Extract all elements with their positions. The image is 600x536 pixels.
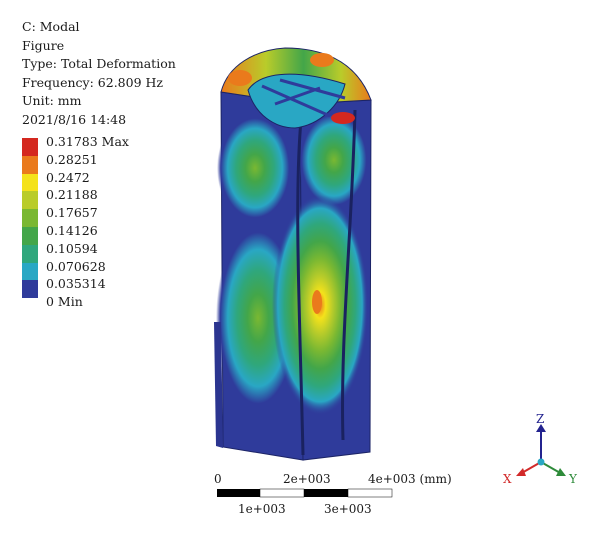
- scale-bar-segment: [304, 489, 348, 497]
- scale-label-0: 0: [214, 472, 222, 486]
- deformation-model: [214, 47, 566, 498]
- x-axis-label: X: [503, 472, 512, 486]
- scale-label-4: 4e+003 (mm): [368, 472, 452, 486]
- top-max-spot: [331, 112, 355, 124]
- scale-bar-segment: [259, 488, 305, 498]
- scale-bar-segment: [217, 489, 260, 497]
- triad-origin: [537, 458, 545, 466]
- right-max-spot: [312, 290, 322, 314]
- y-axis-label: Y: [569, 472, 577, 486]
- top-hotspot-left: [228, 70, 252, 86]
- scale-label-1: 1e+003: [238, 502, 286, 516]
- scale-bar-segment: [347, 488, 393, 498]
- scale-label-2: 2e+003: [283, 472, 331, 486]
- scale-label-3: 3e+003: [324, 502, 372, 516]
- top-hotspot-right: [310, 53, 334, 67]
- z-axis-label: Z: [536, 412, 545, 426]
- x-axis-arrow: [516, 468, 526, 476]
- left-deformation-lobe-upper: [217, 113, 293, 223]
